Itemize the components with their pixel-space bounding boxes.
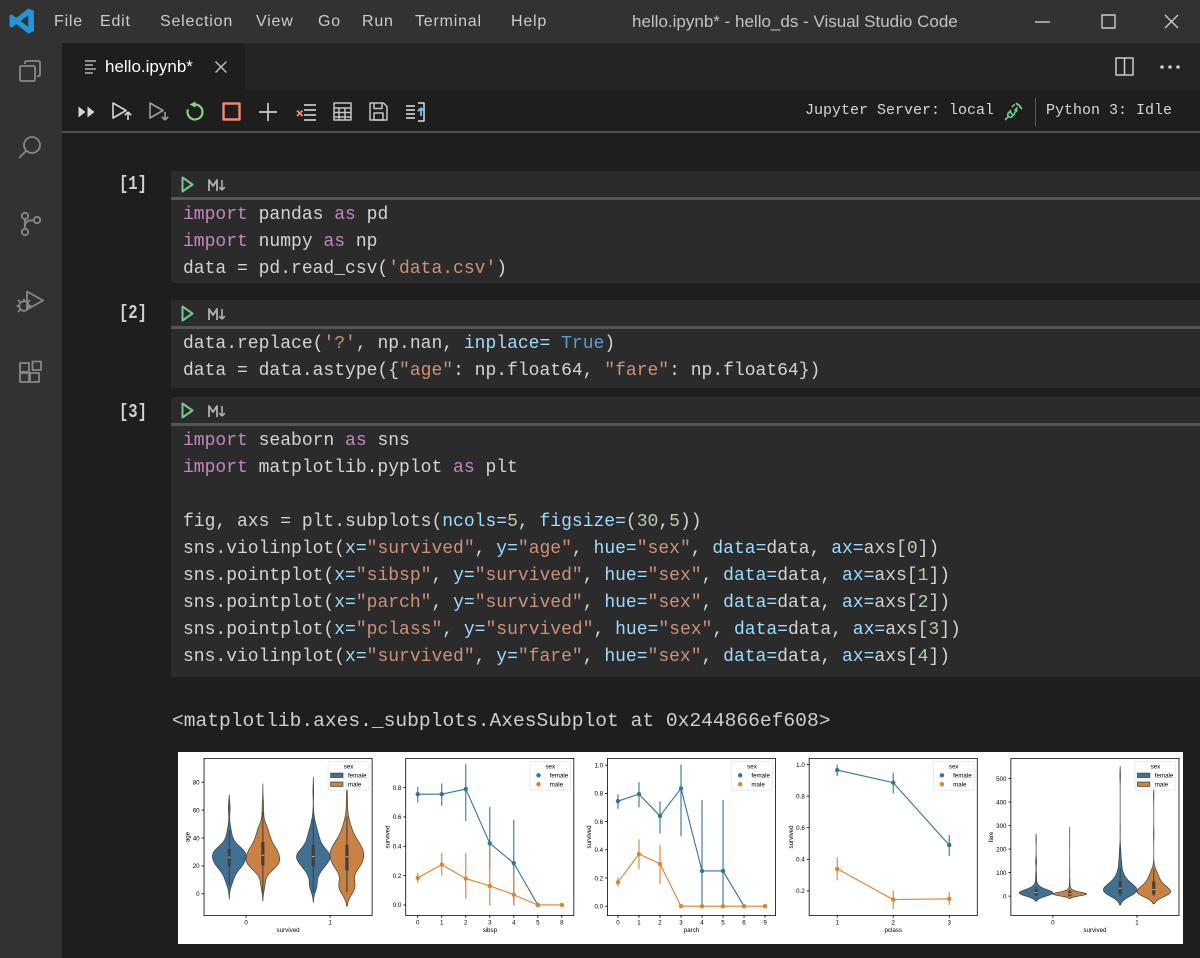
svg-text:0.0: 0.0 (393, 902, 402, 909)
svg-text:300: 300 (996, 823, 1007, 830)
svg-text:survived: survived (788, 825, 795, 849)
svg-text:male: male (751, 781, 765, 788)
svg-text:3: 3 (948, 919, 952, 926)
svg-text:1.0: 1.0 (594, 762, 603, 769)
svg-text:age: age (184, 831, 191, 842)
svg-text:0: 0 (196, 891, 200, 898)
svg-text:survived: survived (586, 825, 593, 849)
svg-text:female: female (1155, 772, 1174, 779)
svg-text:0: 0 (1003, 893, 1007, 900)
svg-text:40: 40 (193, 835, 200, 842)
svg-text:1: 1 (328, 919, 332, 926)
svg-text:sex: sex (545, 764, 556, 771)
svg-text:0: 0 (244, 919, 248, 926)
svg-text:0.4: 0.4 (594, 847, 603, 854)
svg-text:0.2: 0.2 (796, 888, 805, 895)
svg-text:male: male (348, 781, 362, 788)
svg-text:female: female (550, 772, 569, 779)
svg-text:500: 500 (996, 776, 1007, 783)
svg-text:sex: sex (344, 764, 355, 771)
svg-text:pclass: pclass (884, 927, 902, 934)
svg-text:20: 20 (193, 863, 200, 870)
svg-text:2: 2 (464, 919, 468, 926)
svg-text:0.0: 0.0 (594, 903, 603, 910)
svg-text:0: 0 (1051, 919, 1055, 926)
svg-text:200: 200 (996, 846, 1007, 853)
svg-text:8: 8 (560, 919, 564, 926)
svg-text:100: 100 (996, 870, 1007, 877)
svg-text:0.8: 0.8 (796, 793, 805, 800)
svg-text:male: male (953, 781, 967, 788)
svg-text:parch: parch (684, 927, 700, 934)
svg-text:400: 400 (996, 799, 1007, 806)
svg-text:2: 2 (658, 919, 662, 926)
svg-text:0.2: 0.2 (393, 873, 402, 880)
svg-text:female: female (953, 772, 972, 779)
svg-text:5: 5 (721, 919, 725, 926)
svg-text:female: female (348, 772, 367, 779)
svg-text:0.4: 0.4 (796, 857, 805, 864)
svg-text:0.6: 0.6 (393, 814, 402, 821)
svg-text:0: 0 (616, 919, 620, 926)
svg-text:3: 3 (679, 919, 683, 926)
svg-text:0.2: 0.2 (594, 875, 603, 882)
svg-text:sex: sex (949, 764, 960, 771)
svg-text:sex: sex (1151, 764, 1162, 771)
svg-text:fare: fare (988, 831, 995, 842)
svg-text:0: 0 (416, 919, 420, 926)
svg-text:4: 4 (700, 919, 704, 926)
svg-text:sibsp: sibsp (483, 927, 498, 934)
svg-text:60: 60 (193, 807, 200, 814)
svg-text:survived: survived (277, 927, 301, 934)
svg-text:1.0: 1.0 (796, 762, 805, 769)
svg-text:4: 4 (512, 919, 516, 926)
svg-text:3: 3 (488, 919, 492, 926)
svg-text:0.8: 0.8 (393, 785, 402, 792)
svg-text:sex: sex (747, 764, 758, 771)
svg-text:2: 2 (891, 919, 895, 926)
svg-text:1: 1 (835, 919, 839, 926)
svg-text:male: male (1155, 781, 1169, 788)
svg-text:1: 1 (440, 919, 444, 926)
svg-text:5: 5 (536, 919, 540, 926)
svg-text:0.6: 0.6 (796, 825, 805, 832)
svg-text:9: 9 (763, 919, 767, 926)
svg-text:0.6: 0.6 (594, 819, 603, 826)
svg-text:survived: survived (384, 825, 391, 849)
svg-text:6: 6 (742, 919, 746, 926)
svg-text:0.4: 0.4 (393, 844, 402, 851)
svg-text:0.8: 0.8 (594, 791, 603, 798)
svg-text:1: 1 (1135, 919, 1139, 926)
svg-text:survived: survived (1083, 927, 1107, 934)
svg-text:1: 1 (637, 919, 641, 926)
svg-text:male: male (550, 781, 564, 788)
svg-text:80: 80 (193, 779, 200, 786)
svg-text:female: female (751, 772, 770, 779)
